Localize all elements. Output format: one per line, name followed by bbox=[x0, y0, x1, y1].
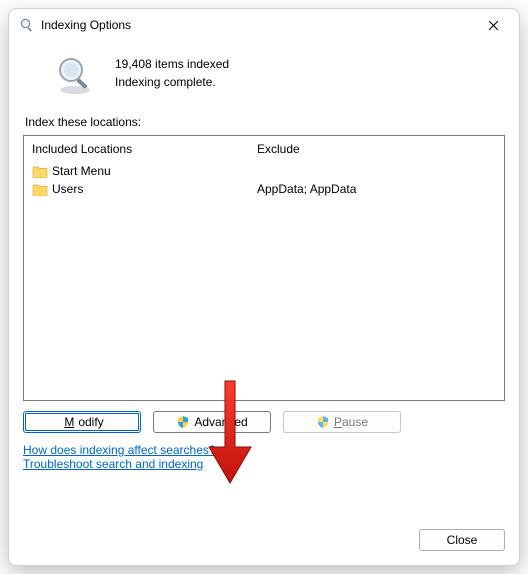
location-row[interactable]: Users bbox=[32, 180, 241, 198]
locations-header: Included Locations Exclude bbox=[24, 136, 504, 160]
items-indexed-text: 19,408 items indexed bbox=[115, 55, 229, 73]
exclude-cell bbox=[257, 162, 496, 180]
window-close-button[interactable] bbox=[471, 10, 515, 40]
indexing-state-text: Indexing complete. bbox=[115, 73, 229, 91]
titlebar: Indexing Options bbox=[9, 9, 519, 41]
column-included: Included Locations bbox=[24, 136, 249, 160]
pause-button: Pause bbox=[283, 411, 401, 433]
uac-shield-icon bbox=[176, 415, 190, 429]
locations-listbox[interactable]: Included Locations Exclude Start Menu bbox=[23, 135, 505, 401]
indexing-options-window: Indexing Options 19,408 items indexed In… bbox=[8, 8, 520, 566]
action-buttons: Modify Advanced bbox=[23, 411, 505, 433]
help-link-how[interactable]: How does indexing affect searches? bbox=[23, 443, 216, 457]
close-button[interactable]: Close bbox=[419, 529, 505, 551]
advanced-label: Advanced bbox=[194, 415, 247, 429]
folder-icon bbox=[32, 164, 48, 178]
folder-icon bbox=[32, 182, 48, 196]
locations-label: Index these locations: bbox=[25, 115, 503, 129]
location-name: Users bbox=[52, 182, 83, 196]
window-title: Indexing Options bbox=[41, 18, 131, 32]
uac-shield-icon bbox=[316, 415, 330, 429]
column-exclude: Exclude bbox=[249, 136, 504, 160]
status-row: 19,408 items indexed Indexing complete. bbox=[23, 41, 505, 105]
location-name: Start Menu bbox=[52, 164, 111, 178]
magnifier-large-icon bbox=[53, 53, 97, 97]
exclude-cell: AppData; AppData bbox=[257, 180, 496, 198]
magnifier-options-icon bbox=[19, 17, 35, 33]
modify-button[interactable]: Modify bbox=[23, 411, 141, 433]
location-row[interactable]: Start Menu bbox=[32, 162, 241, 180]
exclude-text: AppData; AppData bbox=[257, 182, 356, 196]
help-link-troubleshoot[interactable]: Troubleshoot search and indexing bbox=[23, 457, 203, 471]
close-icon bbox=[488, 20, 499, 31]
dialog-content: 19,408 items indexed Indexing complete. … bbox=[9, 41, 519, 565]
advanced-button[interactable]: Advanced bbox=[153, 411, 271, 433]
